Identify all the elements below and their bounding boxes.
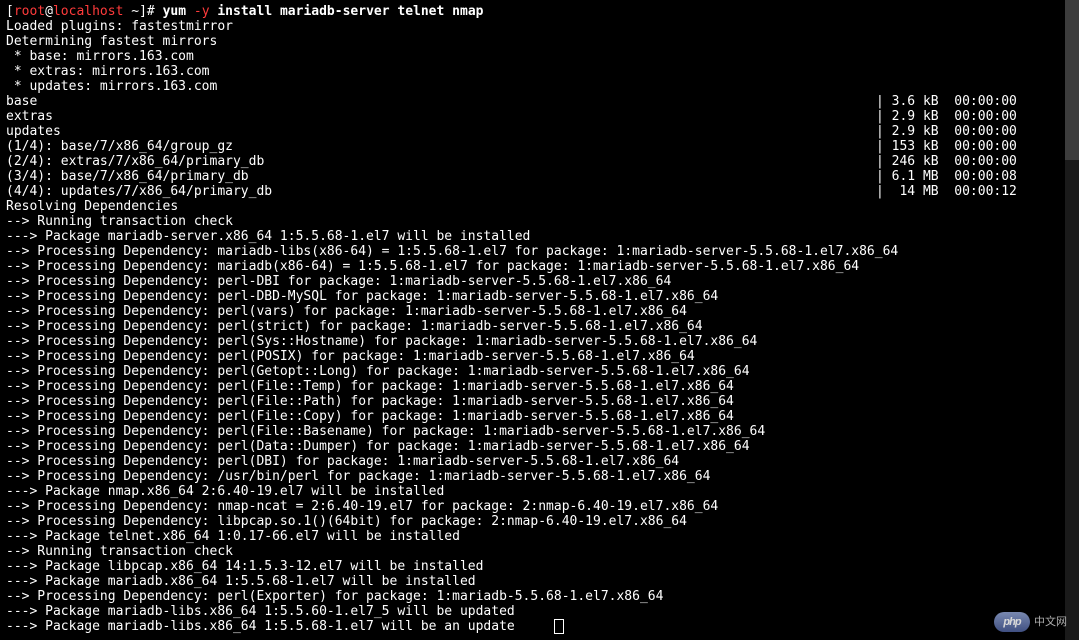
repo-size-time: | 6.1 MB 00:00:08: [876, 169, 1017, 184]
prompt-host: localhost: [53, 4, 123, 19]
output-line: --> Processing Dependency: perl-DBI for …: [6, 274, 1051, 289]
repo-row: base| 3.6 kB 00:00:00: [6, 94, 1051, 109]
output-line: --> Processing Dependency: perl-DBD-MySQ…: [6, 289, 1051, 304]
repo-name: (4/4): updates/7/x86_64/primary_db: [6, 184, 876, 199]
repo-size-time: | 2.9 kB 00:00:00: [876, 124, 1017, 139]
output-line: --> Processing Dependency: nmap-ncat = 2…: [6, 499, 1051, 514]
repo-row: (3/4): base/7/x86_64/primary_db| 6.1 MB …: [6, 169, 1051, 184]
watermark-text: 中文网: [1034, 615, 1067, 630]
output-line: ---> Package mariadb.x86_64 1:5.5.68-1.e…: [6, 574, 1051, 589]
output-line: --> Processing Dependency: perl(File::Ba…: [6, 424, 1051, 439]
output-line: --> Running transaction check: [6, 544, 1051, 559]
cmd-bin: yum: [163, 4, 186, 19]
output-line: ---> Package mariadb-server.x86_64 1:5.5…: [6, 229, 1051, 244]
watermark: php 中文网: [994, 612, 1067, 632]
output-line: --> Processing Dependency: mariadb-libs(…: [6, 244, 1051, 259]
prompt-user: root: [14, 4, 45, 19]
output-line: * extras: mirrors.163.com: [6, 64, 1051, 79]
repo-name: extras: [6, 109, 876, 124]
output-line: --> Processing Dependency: perl(Sys::Hos…: [6, 334, 1051, 349]
repo-size-time: | 246 kB 00:00:00: [876, 154, 1017, 169]
output-line: --> Processing Dependency: perl(Data::Du…: [6, 439, 1051, 454]
output-line: Determining fastest mirrors: [6, 34, 1051, 49]
output-line: --> Processing Dependency: mariadb(x86-6…: [6, 259, 1051, 274]
repo-size-time: | 2.9 kB 00:00:00: [876, 109, 1017, 124]
scrollbar-thumb[interactable]: [1065, 0, 1079, 160]
repo-row: (2/4): extras/7/x86_64/primary_db| 246 k…: [6, 154, 1051, 169]
output-line: --> Processing Dependency: perl(POSIX) f…: [6, 349, 1051, 364]
output-line: ---> Package mariadb-libs.x86_64 1:5.5.6…: [6, 619, 1051, 634]
output-line: --> Processing Dependency: perl(vars) fo…: [6, 304, 1051, 319]
output-line: * updates: mirrors.163.com: [6, 79, 1051, 94]
output-line: --> Processing Dependency: perl(DBI) for…: [6, 454, 1051, 469]
prompt-at: @: [45, 4, 53, 19]
output-line: --> Processing Dependency: perl(strict) …: [6, 319, 1051, 334]
prompt-lbracket: [: [6, 4, 14, 19]
repo-name: updates: [6, 124, 876, 139]
output-line: ---> Package telnet.x86_64 1:0.17-66.el7…: [6, 529, 1051, 544]
watermark-logo-icon: php: [994, 612, 1030, 632]
output-line: --> Processing Dependency: libpcap.so.1(…: [6, 514, 1051, 529]
repo-row: extras| 2.9 kB 00:00:00: [6, 109, 1051, 124]
output-line: ---> Package mariadb-libs.x86_64 1:5.5.6…: [6, 604, 1051, 619]
output-line: * base: mirrors.163.com: [6, 49, 1051, 64]
output-line: --> Processing Dependency: perl(File::Pa…: [6, 394, 1051, 409]
repo-row: (4/4): updates/7/x86_64/primary_db| 14 M…: [6, 184, 1051, 199]
prompt-line: [root@localhost ~]# yum -y install maria…: [6, 4, 1051, 19]
scrollbar-track[interactable]: [1065, 0, 1079, 640]
cursor-icon: [554, 619, 564, 634]
output-line: --> Processing Dependency: perl(File::Te…: [6, 379, 1051, 394]
prompt-rbracket: ]#: [139, 4, 162, 19]
output-line: ---> Package libpcap.x86_64 14:1.5.3-12.…: [6, 559, 1051, 574]
terminal-output[interactable]: [root@localhost ~]# yum -y install maria…: [0, 0, 1057, 638]
output-line: --> Processing Dependency: /usr/bin/perl…: [6, 469, 1051, 484]
output-line: --> Processing Dependency: perl(Getopt::…: [6, 364, 1051, 379]
repo-name: (3/4): base/7/x86_64/primary_db: [6, 169, 876, 184]
cmd-args: install mariadb-server telnet nmap: [217, 4, 483, 19]
output-line: ---> Package nmap.x86_64 2:6.40-19.el7 w…: [6, 484, 1051, 499]
repo-row: updates| 2.9 kB 00:00:00: [6, 124, 1051, 139]
output-line: --> Running transaction check: [6, 214, 1051, 229]
repo-name: (2/4): extras/7/x86_64/primary_db: [6, 154, 876, 169]
output-line: --> Processing Dependency: perl(File::Co…: [6, 409, 1051, 424]
repo-size-time: | 153 kB 00:00:00: [876, 139, 1017, 154]
prompt-tilde: ~: [123, 4, 139, 19]
output-line: Resolving Dependencies: [6, 199, 1051, 214]
repo-name: (1/4): base/7/x86_64/group_gz: [6, 139, 876, 154]
repo-size-time: | 3.6 kB 00:00:00: [876, 94, 1017, 109]
output-line: --> Processing Dependency: perl(Exporter…: [6, 589, 1051, 604]
repo-row: (1/4): base/7/x86_64/group_gz| 153 kB 00…: [6, 139, 1051, 154]
output-line: Loaded plugins: fastestmirror: [6, 19, 1051, 34]
cmd-flag: -y: [186, 4, 217, 19]
repo-size-time: | 14 MB 00:00:12: [876, 184, 1017, 199]
repo-name: base: [6, 94, 876, 109]
